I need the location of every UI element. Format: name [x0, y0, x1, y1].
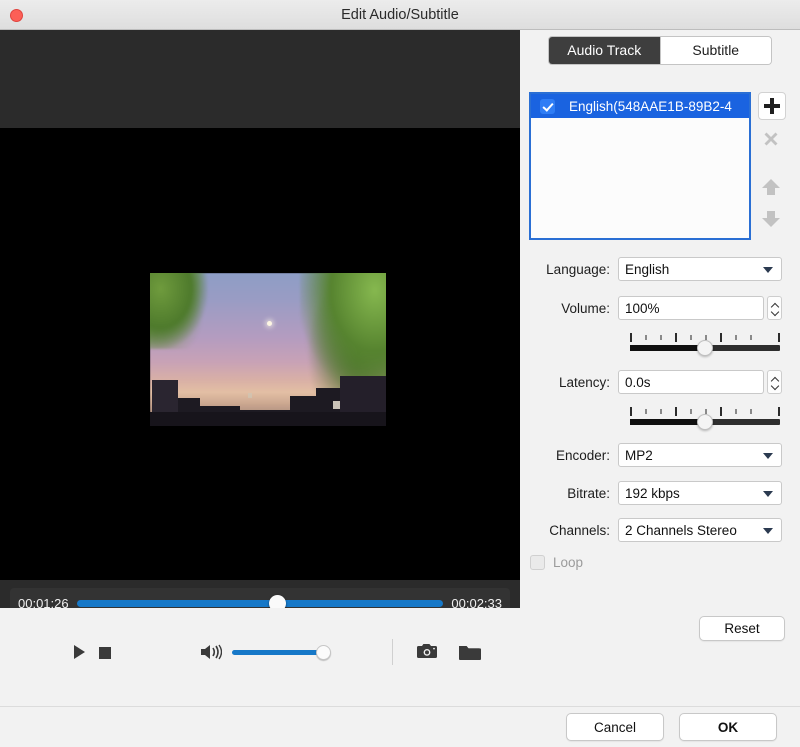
latency-slider-knob[interactable]	[697, 414, 713, 430]
encoder-label: Encoder:	[555, 447, 610, 463]
settings-panel: Audio Track Subtitle English(548AAE1B-89…	[520, 30, 800, 706]
volume-stepper[interactable]	[767, 296, 782, 320]
edit-audio-subtitle-window: Edit Audio/Subtitle 00:01:26 00:02:33 Au…	[0, 0, 800, 747]
chevron-down-icon	[763, 491, 773, 497]
track-label: English(548AAE1B-89B2-4	[569, 98, 732, 114]
ok-button[interactable]: OK	[679, 713, 777, 741]
remove-track-button[interactable]	[758, 126, 786, 154]
reset-button[interactable]: Reset	[699, 616, 785, 641]
bitrate-value: 192 kbps	[625, 485, 680, 501]
volume-value: 100%	[625, 300, 660, 316]
moon-dot	[267, 321, 272, 326]
encoder-value: MP2	[625, 447, 653, 463]
loop-label: Loop	[553, 555, 584, 570]
language-label: Language:	[546, 261, 610, 277]
bitrate-select[interactable]: 192 kbps	[618, 481, 782, 505]
tree-foliage-left	[150, 273, 208, 349]
seek-track	[76, 600, 444, 607]
window-title: Edit Audio/Subtitle	[341, 7, 459, 23]
move-up-button[interactable]	[758, 174, 786, 202]
volume-input[interactable]: 100%	[618, 296, 764, 320]
volume-slider-thumb[interactable]	[316, 645, 331, 660]
volume-label: Volume:	[561, 300, 610, 316]
encoder-select[interactable]: MP2	[618, 443, 782, 467]
encoder-field: Encoder: MP2	[520, 442, 800, 468]
move-down-button[interactable]	[758, 206, 786, 234]
light-glint-secondary	[248, 393, 252, 398]
latency-field: Latency: 0.0s	[520, 369, 800, 395]
latency-input[interactable]: 0.0s	[618, 370, 764, 394]
chevron-down-icon	[763, 267, 773, 273]
latency-value: 0.0s	[625, 374, 651, 390]
bitrate-field: Bitrate: 192 kbps	[520, 480, 800, 506]
title-bar: Edit Audio/Subtitle	[0, 0, 800, 30]
channels-value: 2 Channels Stereo	[625, 522, 737, 538]
add-track-button[interactable]	[758, 92, 786, 120]
camera-icon[interactable]	[416, 643, 438, 660]
city-skyline	[150, 368, 386, 426]
folder-icon[interactable]	[458, 643, 482, 661]
cancel-button[interactable]: Cancel	[566, 713, 664, 741]
stop-icon[interactable]	[99, 647, 111, 659]
channels-field: Channels: 2 Channels Stereo	[520, 517, 800, 543]
tab-bar: Audio Track Subtitle	[548, 36, 772, 65]
language-select[interactable]: English	[618, 257, 782, 281]
play-icon[interactable]	[74, 645, 85, 659]
video-player: 00:01:26 00:02:33	[0, 30, 520, 626]
tab-subtitle[interactable]: Subtitle	[659, 37, 771, 64]
volume-field: Volume: 100%	[520, 295, 800, 321]
latency-stepper[interactable]	[767, 370, 782, 394]
track-list-item[interactable]: English(548AAE1B-89B2-4	[531, 94, 749, 118]
chevron-down-icon	[763, 453, 773, 459]
track-list[interactable]: English(548AAE1B-89B2-4	[529, 92, 751, 240]
loop-checkbox[interactable]	[530, 555, 545, 570]
video-stage[interactable]	[0, 128, 520, 580]
language-value: English	[625, 261, 670, 277]
channels-label: Channels:	[549, 522, 610, 538]
volume-slider-knob[interactable]	[697, 340, 713, 356]
latency-slider[interactable]	[630, 407, 780, 430]
video-preview-frame	[150, 273, 386, 426]
volume-slider[interactable]	[630, 333, 780, 356]
toolbar-divider	[392, 639, 393, 665]
track-checkbox[interactable]	[540, 98, 555, 114]
latency-label: Latency:	[558, 374, 610, 390]
light-glint	[333, 401, 340, 409]
speaker-icon[interactable]	[200, 644, 223, 660]
channels-select[interactable]: 2 Channels Stereo	[618, 518, 782, 542]
chevron-down-icon	[763, 528, 773, 534]
language-field: Language: English	[520, 256, 800, 282]
loop-row[interactable]: Loop	[530, 555, 583, 570]
bitrate-label: Bitrate:	[567, 485, 610, 501]
tab-audio-track[interactable]: Audio Track	[549, 37, 660, 64]
